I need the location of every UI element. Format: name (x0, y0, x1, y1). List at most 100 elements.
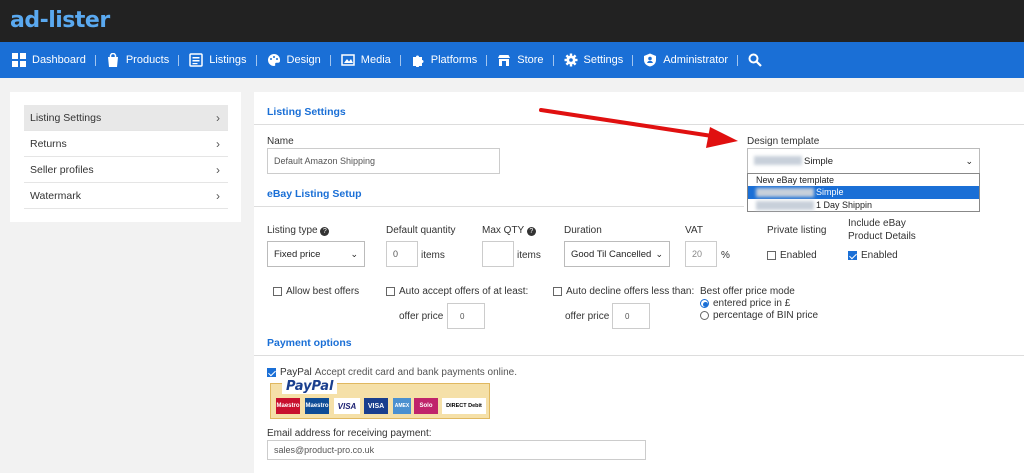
include-details-checkbox[interactable]: Enabled (848, 250, 898, 261)
checkbox-checked[interactable] (848, 251, 857, 260)
divider (254, 206, 744, 207)
dropdown-option[interactable]: New eBay template (748, 174, 979, 186)
auto-accept-price-input[interactable]: 0 (447, 303, 485, 329)
sidebar-item-label: Watermark (30, 189, 81, 202)
sidebar-item-seller-profiles[interactable]: Seller profiles › (24, 157, 228, 183)
nav-settings[interactable]: Settings (554, 42, 634, 78)
sidebar-item-returns[interactable]: Returns › (24, 131, 228, 157)
offer-price-label: offer price (399, 311, 444, 322)
nav-search[interactable] (738, 42, 778, 78)
nav-label: Listings (209, 54, 247, 66)
max-qty-input[interactable] (482, 241, 514, 267)
chevron-down-icon: ⌄ (965, 155, 973, 166)
private-listing-checkbox[interactable]: Enabled (767, 250, 817, 261)
chevron-right-icon: › (216, 162, 220, 177)
design-template-value: Simple (754, 156, 833, 167)
sidebar-item-watermark[interactable]: Watermark › (24, 183, 228, 209)
checkbox[interactable] (386, 287, 395, 296)
nav-media[interactable]: Media (331, 42, 401, 78)
nav-administrator[interactable]: Administrator (633, 42, 738, 78)
best-offer-mode-label: Best offer price mode (700, 286, 795, 297)
private-listing-label: Private listing (767, 225, 827, 236)
sidebar-item-listing-settings[interactable]: Listing Settings › (24, 105, 228, 131)
offer-price-label: offer price (565, 311, 610, 322)
best-offer-mode-percentage-radio[interactable]: percentage of BIN price (700, 310, 818, 321)
nav-listings[interactable]: Listings (179, 42, 257, 78)
listing-type-select[interactable]: Fixed price ⌄ (267, 241, 365, 267)
app-logo[interactable]: ad-lister (10, 8, 110, 33)
default-quantity-input[interactable]: 0 (386, 241, 418, 267)
nav-design[interactable]: Design (257, 42, 332, 78)
nav-label: Dashboard (32, 54, 86, 66)
listing-type-label: Listing type ? (267, 225, 330, 236)
nav-label: Design (286, 54, 321, 66)
duration-label: Duration (564, 225, 602, 236)
name-input[interactable]: Default Amazon Shipping (267, 148, 500, 174)
visa-card-icon: VISA (364, 398, 388, 414)
list-icon (189, 53, 203, 67)
gear-icon (564, 53, 578, 67)
max-qty-label: Max QTY ? (482, 225, 536, 236)
duration-select[interactable]: Good Til Cancelled ⌄ (564, 241, 670, 267)
checkbox[interactable] (273, 287, 282, 296)
nav-products[interactable]: Products (96, 42, 180, 78)
dropdown-option[interactable]: 1 Day Shippin (748, 199, 979, 211)
duration-value: Good Til Cancelled (571, 248, 652, 260)
nav-label: Platforms (430, 54, 478, 66)
nav-label: Media (360, 54, 391, 66)
name-input-value: Default Amazon Shipping (274, 156, 376, 166)
vat-input[interactable]: 20 (685, 241, 717, 267)
redacted-text (756, 200, 814, 210)
allow-best-offers-checkbox[interactable]: Allow best offers (273, 286, 359, 297)
nav-label: Store (517, 54, 544, 66)
redacted-text (756, 188, 814, 198)
dropdown-option-selected[interactable]: Simple (748, 186, 979, 199)
nav-dashboard[interactable]: Dashboard (0, 42, 96, 78)
help-icon[interactable]: ? (320, 227, 330, 236)
redacted-text (754, 156, 802, 166)
search-icon (748, 53, 762, 67)
paypal-email-input[interactable]: sales@product-pro.co.uk (267, 440, 646, 460)
auto-decline-price-input[interactable]: 0 (612, 303, 650, 329)
default-quantity-label: Default quantity (386, 225, 456, 236)
vat-label: VAT (685, 225, 703, 236)
nav-platforms[interactable]: Platforms (401, 42, 488, 78)
help-icon[interactable]: ? (526, 227, 536, 236)
image-icon (341, 54, 355, 66)
nav-store[interactable]: Store (487, 42, 554, 78)
nav-label: Settings (583, 54, 624, 66)
top-bar: ad-lister (0, 0, 1024, 42)
vat-unit: % (721, 250, 730, 261)
palette-icon (267, 53, 280, 66)
dashboard-icon (12, 53, 26, 67)
direct-debit-icon: DIRECT Debit (442, 398, 486, 414)
chevron-right-icon: › (216, 136, 220, 151)
chevron-right-icon: › (216, 188, 220, 203)
amex-card-icon: AMEX (393, 398, 411, 414)
maestro-card-icon: Maestro (276, 398, 300, 414)
include-details-label-2: Product Details (848, 231, 916, 242)
section-title-ebay-setup: eBay Listing Setup (267, 188, 362, 200)
checkbox[interactable] (553, 287, 562, 296)
design-template-dropdown: New eBay template Simple 1 Day Shippin (747, 173, 980, 212)
radio-selected[interactable] (700, 299, 709, 308)
puzzle-icon (412, 55, 424, 67)
radio[interactable] (700, 311, 709, 320)
best-offer-mode-entered-radio[interactable]: entered price in £ (700, 298, 790, 309)
bag-icon (107, 53, 118, 67)
solo-card-icon: Solo (414, 398, 438, 414)
main-nav: Dashboard Products Listings Design Media… (0, 42, 1024, 78)
section-title-payment-options: Payment options (267, 337, 352, 349)
section-title-listing-settings: Listing Settings (267, 106, 346, 118)
auto-accept-checkbox[interactable]: Auto accept offers of at least: (386, 286, 528, 297)
checkbox-checked[interactable] (267, 368, 276, 377)
email-label: Email address for receiving payment: (267, 428, 432, 439)
auto-decline-checkbox[interactable]: Auto decline offers less than: (553, 286, 694, 297)
checkbox[interactable] (767, 251, 776, 260)
design-template-label: Design template (747, 136, 820, 147)
chevron-down-icon: ⌄ (350, 248, 358, 259)
paypal-checkbox[interactable]: PayPal Accept credit card and bank payme… (267, 367, 517, 378)
paypal-logo: PayPal (282, 379, 338, 394)
design-template-select[interactable]: Simple ⌄ (747, 148, 980, 174)
sidebar-item-label: Returns (30, 137, 67, 150)
